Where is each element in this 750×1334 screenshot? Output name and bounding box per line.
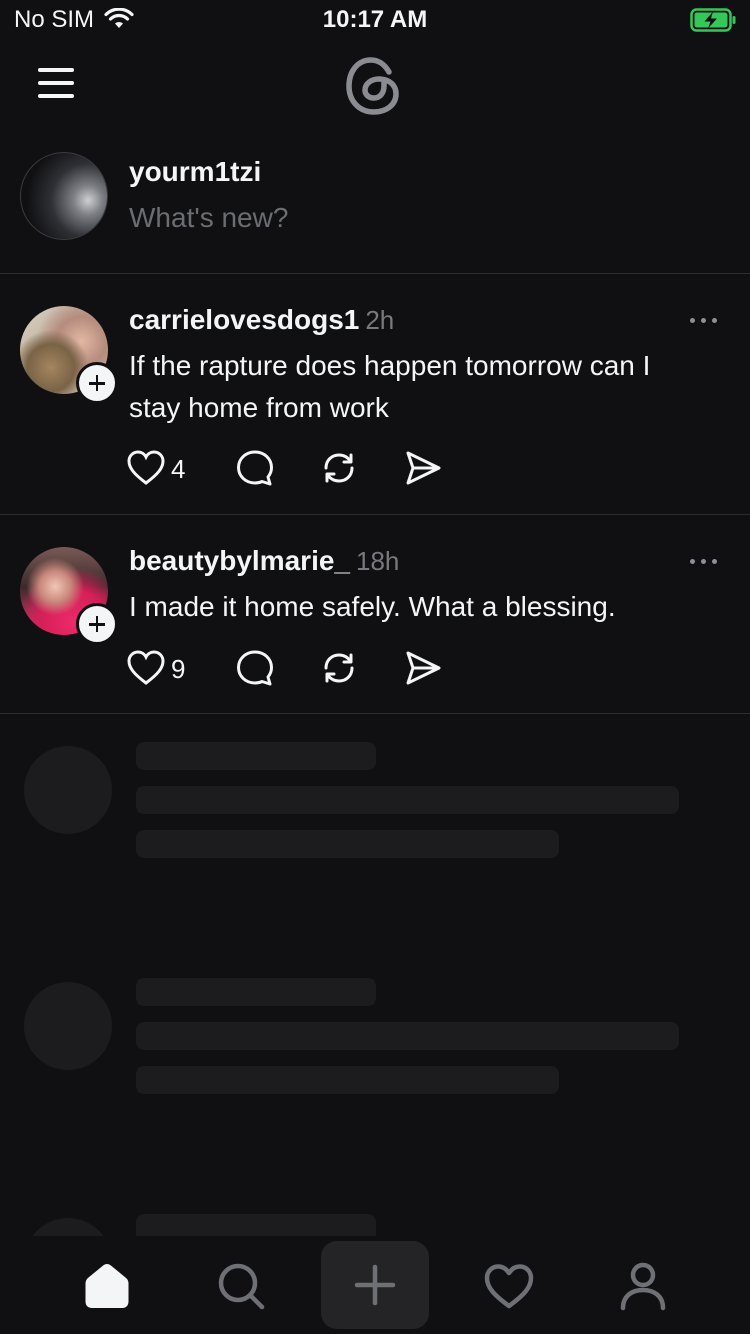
status-time: 10:17 AM	[322, 6, 428, 33]
skeleton-line	[136, 742, 376, 770]
bottom-nav	[0, 1236, 750, 1334]
skeleton-line	[136, 978, 376, 1006]
profile-icon[interactable]	[615, 1258, 671, 1314]
post-text: If the rapture does happen tomorrow can …	[129, 345, 729, 429]
post-beautybylmarie: beautybylmarie_ 18h I made it home safely…	[0, 515, 750, 713]
composer-avatar[interactable]	[20, 152, 108, 240]
menu-line	[38, 81, 74, 85]
post-header: beautybylmarie_ 18h	[129, 545, 399, 577]
post-carrielovesdogs1: carrielovesdogs1 2h If the rapture does h…	[0, 274, 750, 514]
heart-icon[interactable]	[126, 648, 166, 688]
skeleton-avatar	[24, 746, 112, 834]
repost-icon[interactable]	[319, 448, 359, 488]
home-icon[interactable]	[79, 1258, 135, 1314]
comment-bubble-icon[interactable]	[235, 448, 275, 488]
post-text-line: I made it home safely. What a blessing.	[129, 591, 616, 622]
composer-input[interactable]: What's new?	[129, 202, 288, 234]
menu-line	[38, 68, 74, 72]
skeleton-line	[136, 1066, 559, 1094]
skeleton-line	[136, 1022, 679, 1050]
follow-plus-icon[interactable]	[76, 362, 118, 404]
post-text: I made it home safely. What a blessing.	[129, 586, 729, 628]
post-header: carrielovesdogs1 2h	[129, 304, 394, 336]
post-time: 2h	[365, 305, 395, 335]
threads-logo-icon[interactable]	[343, 54, 407, 118]
post-username[interactable]: beautybylmarie_	[129, 545, 350, 576]
new-thread-button[interactable]	[321, 1241, 429, 1329]
composer-username: yourm1tzi	[129, 156, 262, 187]
comment-bubble-icon[interactable]	[235, 648, 275, 688]
status-bar: No SIM 10:17 AM	[0, 0, 750, 42]
like-count: 9	[171, 654, 186, 684]
menu-line	[38, 94, 74, 98]
post-text-line: stay home from work	[129, 392, 389, 423]
more-horizontal-icon[interactable]	[690, 556, 720, 566]
menu-button[interactable]	[38, 68, 74, 98]
heart-icon[interactable]	[481, 1258, 537, 1314]
search-icon[interactable]	[213, 1258, 269, 1314]
battery-charging-icon	[690, 8, 736, 32]
repost-icon[interactable]	[319, 648, 359, 688]
send-icon[interactable]	[403, 648, 443, 688]
post-time: 18h	[356, 546, 400, 576]
loading-skeleton-list	[0, 714, 750, 1306]
follow-plus-icon[interactable]	[76, 603, 118, 645]
skeleton-line	[136, 830, 559, 858]
plus-icon	[354, 1264, 396, 1306]
like-count: 4	[171, 454, 186, 484]
heart-icon[interactable]	[126, 448, 166, 488]
more-horizontal-icon[interactable]	[690, 315, 720, 325]
send-icon[interactable]	[403, 448, 443, 488]
skeleton-line	[136, 786, 679, 814]
post-username[interactable]: carrielovesdogs1	[129, 304, 359, 335]
skeleton-avatar	[24, 982, 112, 1070]
post-text-line: If the rapture does happen tomorrow can …	[129, 350, 651, 381]
